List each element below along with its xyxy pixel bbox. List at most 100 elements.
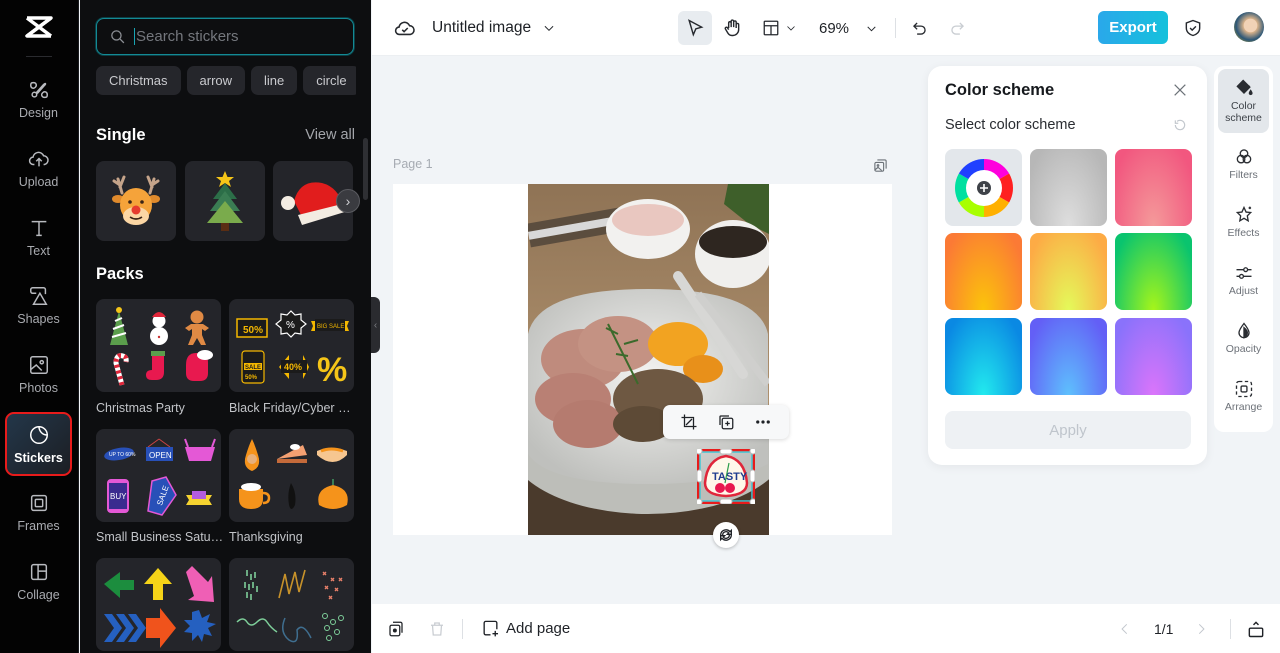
tool-effects[interactable]: Effects [1218, 190, 1269, 254]
svg-text:50%: 50% [245, 375, 258, 381]
swatch-orange[interactable] [945, 233, 1022, 310]
bottom-divider [462, 604, 463, 653]
pages-icon [389, 621, 403, 636]
view-all-link[interactable]: View all [305, 127, 355, 143]
sticker-christmas-tree[interactable] [185, 161, 265, 241]
swatch-green[interactable] [1115, 233, 1192, 310]
pack-doodles[interactable] [229, 558, 354, 651]
suggestion-chips: Christmas arrow line circle [96, 66, 356, 96]
tasty-sticker-image: TASTY [695, 447, 757, 506]
rail-item-label: Photos [19, 380, 58, 395]
pack-black-friday[interactable]: 50% % BIG SALE SALE 50% 40% % [229, 299, 354, 392]
export-button[interactable]: Export [1098, 11, 1168, 44]
prev-page-button[interactable] [1118, 604, 1132, 653]
redo-button[interactable] [948, 0, 967, 56]
capcut-logo[interactable] [24, 14, 54, 40]
left-rail: Design Upload Text Shapes Photos Sticker… [0, 0, 79, 653]
color-scheme-subtitle: Select color scheme [945, 117, 1076, 133]
sticker-search-input[interactable] [134, 28, 334, 45]
page-background-icon[interactable] [873, 158, 888, 173]
add-page-button[interactable]: Add page [481, 604, 570, 653]
image-tools-rail: Color scheme Filters Effects Adjust Opac… [1214, 66, 1273, 432]
tool-adjust[interactable]: Adjust [1218, 248, 1269, 312]
undo-icon [913, 21, 926, 35]
swatch-pink[interactable] [1115, 149, 1192, 226]
single-next-button[interactable]: › [336, 189, 360, 213]
rail-divider [26, 56, 52, 57]
security-button[interactable] [1183, 0, 1203, 56]
design-icon [29, 81, 48, 98]
pack-label: Christmas Party [96, 401, 185, 415]
tool-arrange[interactable]: Arrange [1218, 364, 1269, 428]
document-title[interactable]: Untitled image [432, 0, 531, 56]
sticker-search-box[interactable] [96, 18, 354, 55]
paint-bucket-icon [1235, 80, 1253, 96]
tool-filters[interactable]: Filters [1218, 132, 1269, 196]
cloud-sync-status[interactable] [394, 0, 416, 56]
title-dropdown[interactable] [542, 0, 556, 56]
rail-item-stickers[interactable]: Stickers [5, 412, 72, 476]
rail-item-frames[interactable]: Frames [6, 481, 71, 543]
sliders-icon [1236, 267, 1251, 279]
page-thumbnails-button[interactable] [387, 604, 405, 653]
pack-thanksgiving[interactable] [229, 429, 354, 522]
bottom-bar: Add page 1/1 [372, 604, 1280, 653]
expand-pages-button[interactable] [1246, 604, 1266, 653]
svg-text:UP TO 60%: UP TO 60% [109, 452, 136, 458]
svg-text:OPEN: OPEN [149, 451, 172, 460]
chevron-right-icon [1198, 623, 1205, 634]
selected-tasty-sticker[interactable]: TASTY [695, 447, 757, 506]
user-avatar[interactable] [1234, 12, 1264, 42]
chip-christmas[interactable]: Christmas [96, 66, 181, 95]
rail-item-shapes[interactable]: Shapes [6, 274, 71, 336]
app: Design Upload Text Shapes Photos Sticker… [0, 0, 1280, 653]
chip-arrow[interactable]: arrow [186, 66, 246, 95]
hand-tool-button[interactable] [722, 0, 742, 56]
reset-icon[interactable] [1173, 118, 1187, 132]
rail-item-collage[interactable]: Collage [6, 550, 71, 612]
tool-label: Color scheme [1225, 100, 1262, 124]
add-page-icon [483, 620, 499, 637]
more-options-icon[interactable] [754, 413, 772, 431]
rotate-handle[interactable] [713, 522, 739, 548]
duplicate-icon[interactable] [717, 413, 735, 431]
rail-item-design[interactable]: Design [6, 68, 71, 130]
close-icon[interactable] [1172, 82, 1188, 98]
chevron-down-icon [787, 26, 795, 31]
pack-small-business[interactable]: UP TO 60% OPEN BUY SALE [96, 429, 221, 522]
zoom-level[interactable]: 69% [819, 0, 849, 56]
pack-christmas-party[interactable] [96, 299, 221, 392]
zoom-dropdown[interactable] [865, 0, 878, 56]
swatch-indigo[interactable] [1030, 318, 1107, 395]
apply-button[interactable]: Apply [945, 411, 1191, 449]
rail-item-text[interactable]: Text [6, 206, 71, 268]
panel-scrollbar[interactable] [363, 138, 368, 200]
undo-button[interactable] [910, 0, 929, 56]
swatch-custom-color[interactable] [945, 149, 1022, 226]
delete-page-button[interactable] [428, 604, 446, 653]
swatch-purple[interactable] [1115, 318, 1192, 395]
swatch-blue[interactable] [945, 318, 1022, 395]
rail-item-photos[interactable]: Photos [6, 343, 71, 405]
rail-item-label: Design [19, 105, 58, 120]
chip-line[interactable]: line [251, 66, 298, 95]
chevron-right-icon: › [345, 193, 351, 209]
pack-arrows[interactable] [96, 558, 221, 651]
swatch-gray[interactable] [1030, 149, 1107, 226]
cloud-check-icon [394, 21, 415, 36]
christmas-party-pack-image [110, 307, 213, 386]
chip-circle[interactable]: circle [303, 66, 356, 95]
tool-color-scheme[interactable]: Color scheme [1218, 69, 1269, 133]
tool-label: Filters [1229, 168, 1258, 181]
layout-button[interactable] [762, 0, 797, 56]
collapse-panel-handle[interactable]: ‹ [371, 297, 380, 353]
redo-icon [951, 21, 964, 35]
color-wheel-icon [954, 158, 1013, 217]
next-page-button[interactable] [1194, 604, 1208, 653]
crop-icon[interactable] [680, 413, 698, 431]
swatch-yellow[interactable] [1030, 233, 1107, 310]
rail-item-upload[interactable]: Upload [6, 137, 71, 199]
select-tool-button[interactable] [678, 0, 712, 56]
tool-opacity[interactable]: Opacity [1218, 306, 1269, 370]
sticker-reindeer[interactable] [96, 161, 176, 241]
